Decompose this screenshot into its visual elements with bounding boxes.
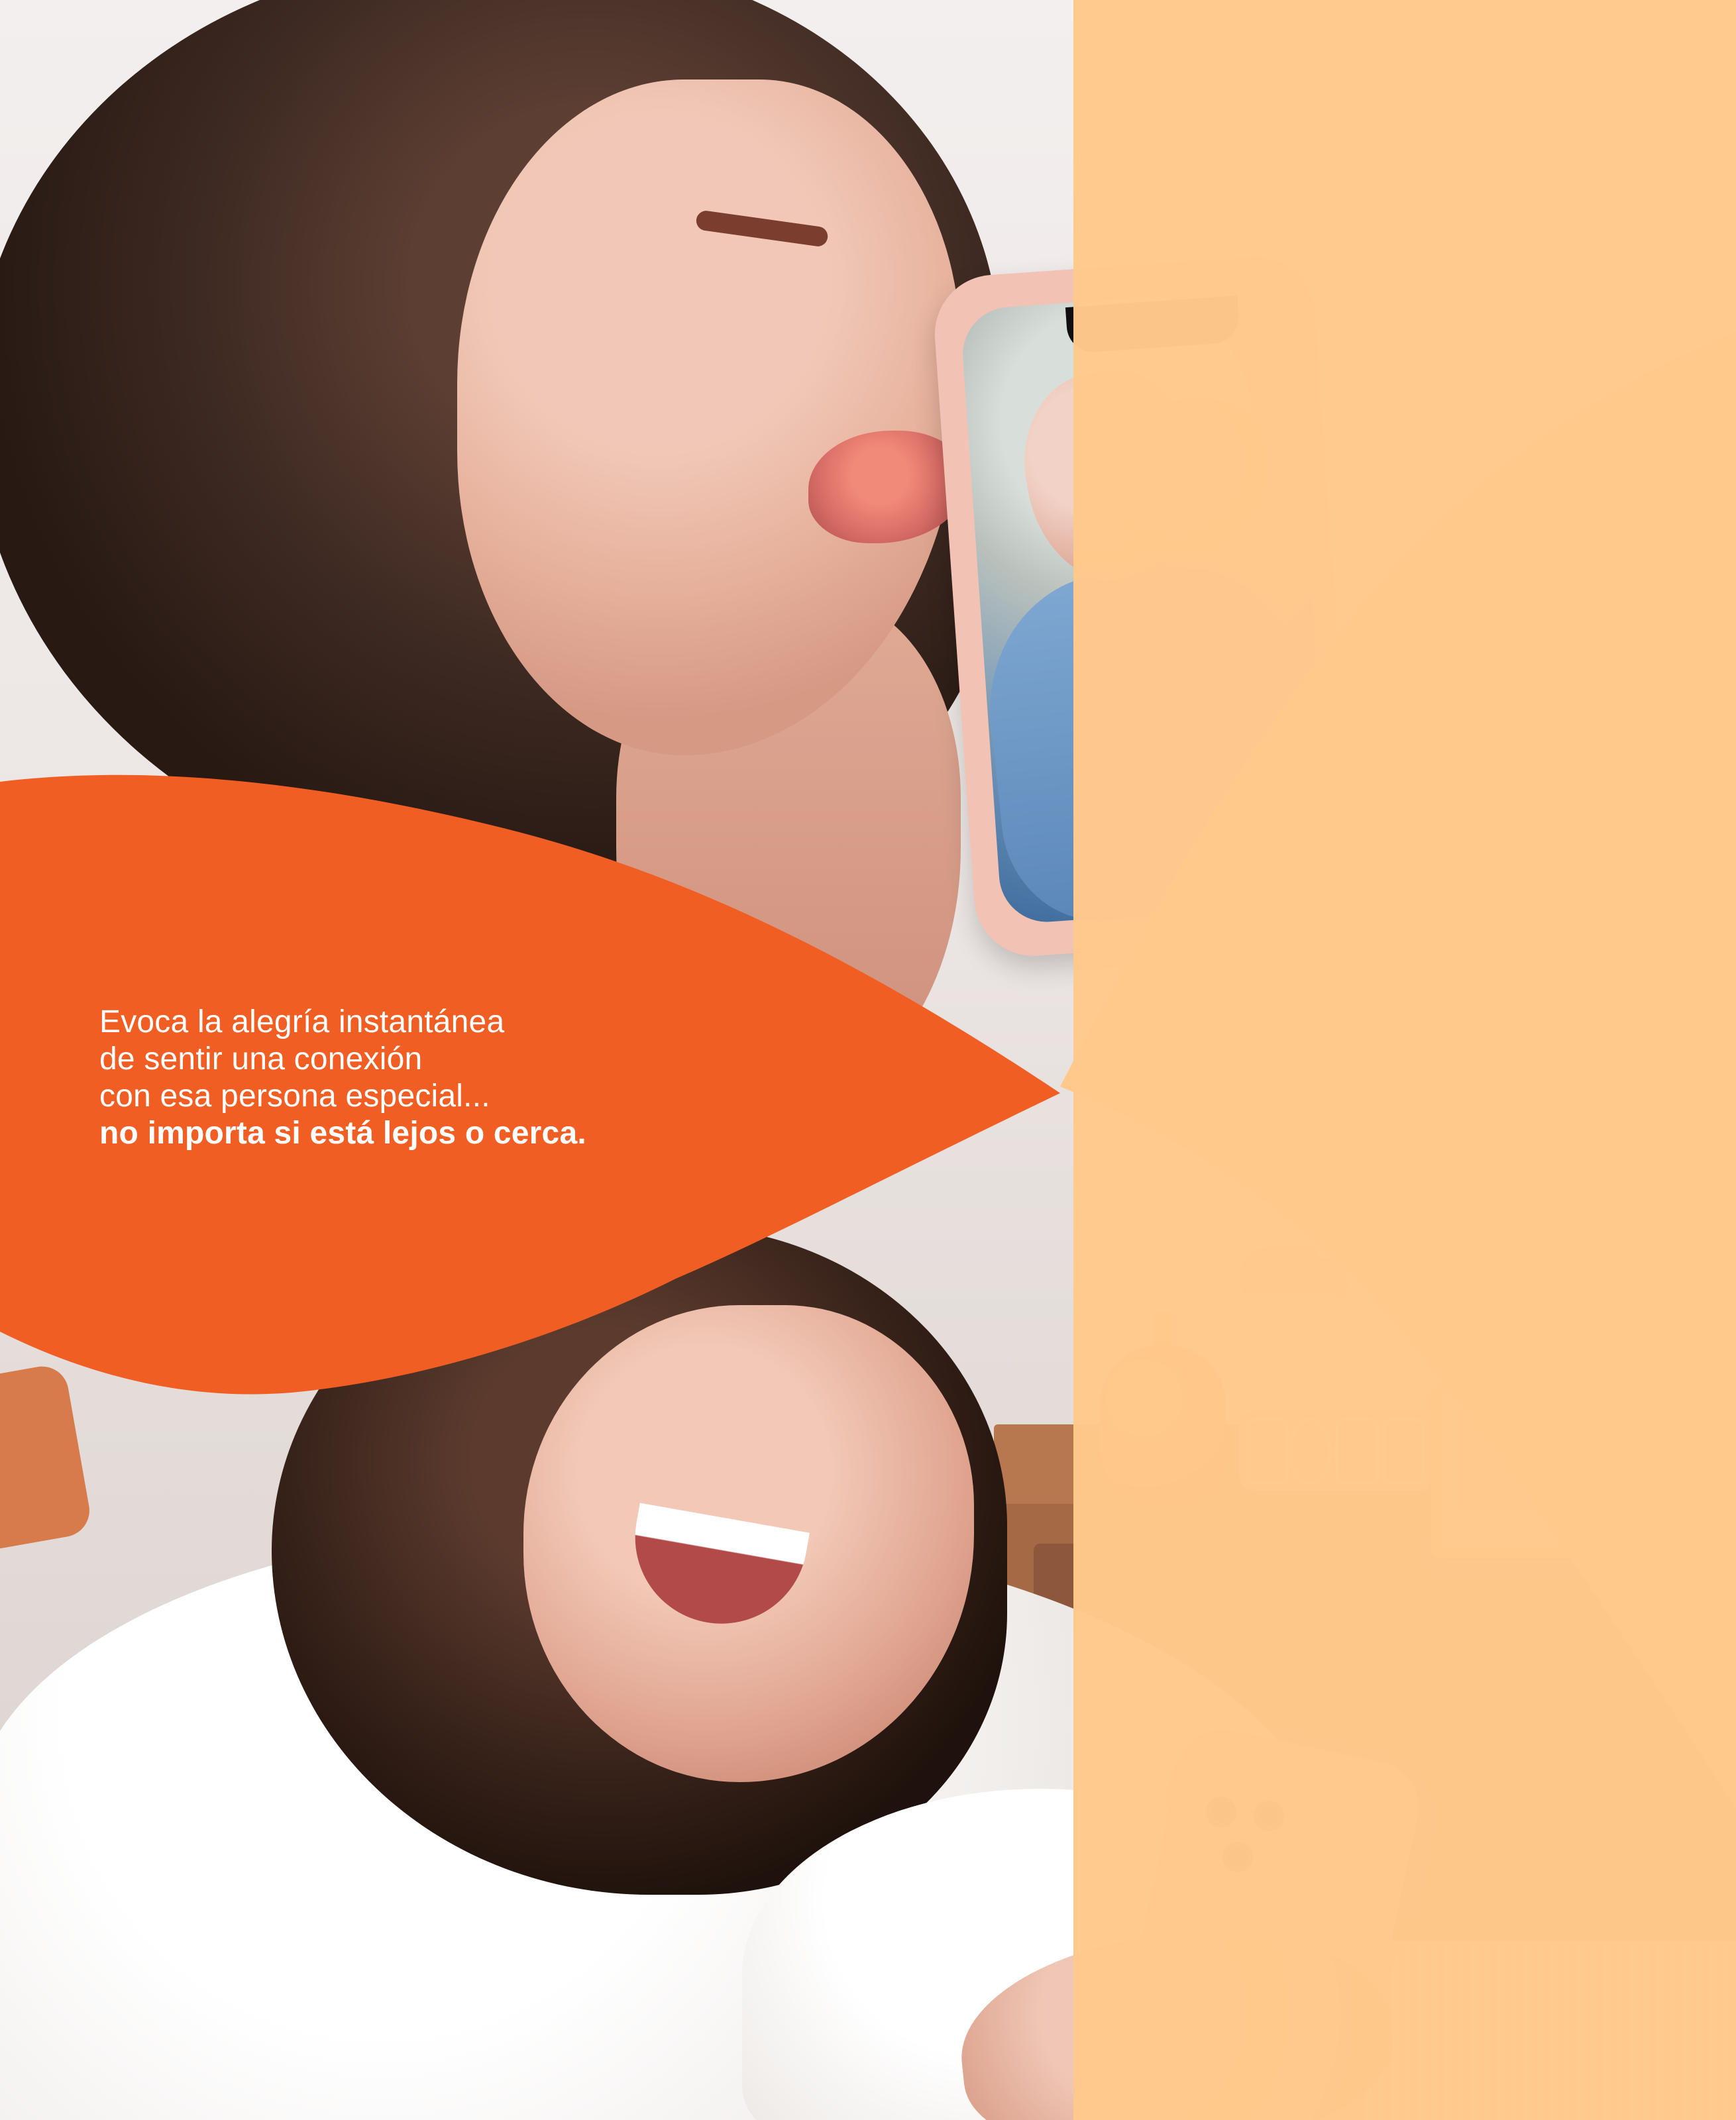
ad-page: Evoca la alegría instantánea de sentir u… (0, 0, 1736, 2120)
copy-line-1: Evoca la alegría instantánea (99, 1004, 505, 1039)
copy-line-4: no importa si está lejos o cerca. (99, 1116, 586, 1151)
copy-line-3: con esa persona especial... (99, 1079, 490, 1114)
peach-wave-shape (1060, 331, 1736, 1809)
copy-line-2: de sentir una conexión (99, 1041, 423, 1077)
headline-copy: Evoca la alegría instantánea de sentir u… (99, 1004, 663, 1152)
